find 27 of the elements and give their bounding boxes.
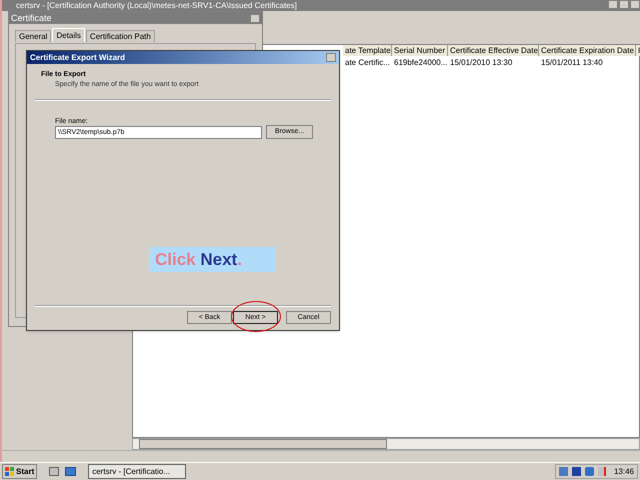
windows-flag-icon xyxy=(5,467,14,476)
close-button[interactable] xyxy=(630,0,640,9)
table-cell-text: 619bfe24000... xyxy=(393,57,448,68)
column-header[interactable]: Certificate Expiration Date xyxy=(539,45,636,56)
dialog-title: Certificate Export Wizard xyxy=(30,52,126,64)
table-cell-text: 15/01/2010 13:30 xyxy=(449,57,514,68)
horizontal-scrollbar[interactable] xyxy=(132,438,640,450)
close-button[interactable] xyxy=(326,53,336,62)
callout-text: Click Next. xyxy=(155,250,242,270)
column-header[interactable]: I xyxy=(636,45,640,56)
minimize-button[interactable] xyxy=(608,0,618,9)
tab[interactable]: Certification Path xyxy=(86,30,155,42)
column-header[interactable]: ate Template xyxy=(343,45,392,56)
taskbar-button[interactable]: certsrv - [Certificatio... xyxy=(88,464,186,479)
window-title: certsrv - [Certification Authority (Local)\metes-net-SRV1-CA\Issued Certificates] xyxy=(15,0,297,10)
tab[interactable]: General xyxy=(15,30,52,42)
dialog-title: Certificate xyxy=(11,12,52,24)
start-button[interactable]: Start xyxy=(2,464,38,479)
table-cell-text: 15/01/2011 13:40 xyxy=(540,57,604,68)
clock: 13:46 xyxy=(614,466,634,478)
scroll-thumb[interactable] xyxy=(139,439,387,449)
table-cell-text: ate Certific... xyxy=(344,57,391,68)
tab[interactable]: Details xyxy=(52,28,85,42)
column-header[interactable]: Serial Number xyxy=(392,45,448,56)
column-header[interactable]: Certificate Effective Date xyxy=(448,45,539,56)
close-button[interactable] xyxy=(250,14,260,22)
maximize-button[interactable] xyxy=(619,0,629,9)
